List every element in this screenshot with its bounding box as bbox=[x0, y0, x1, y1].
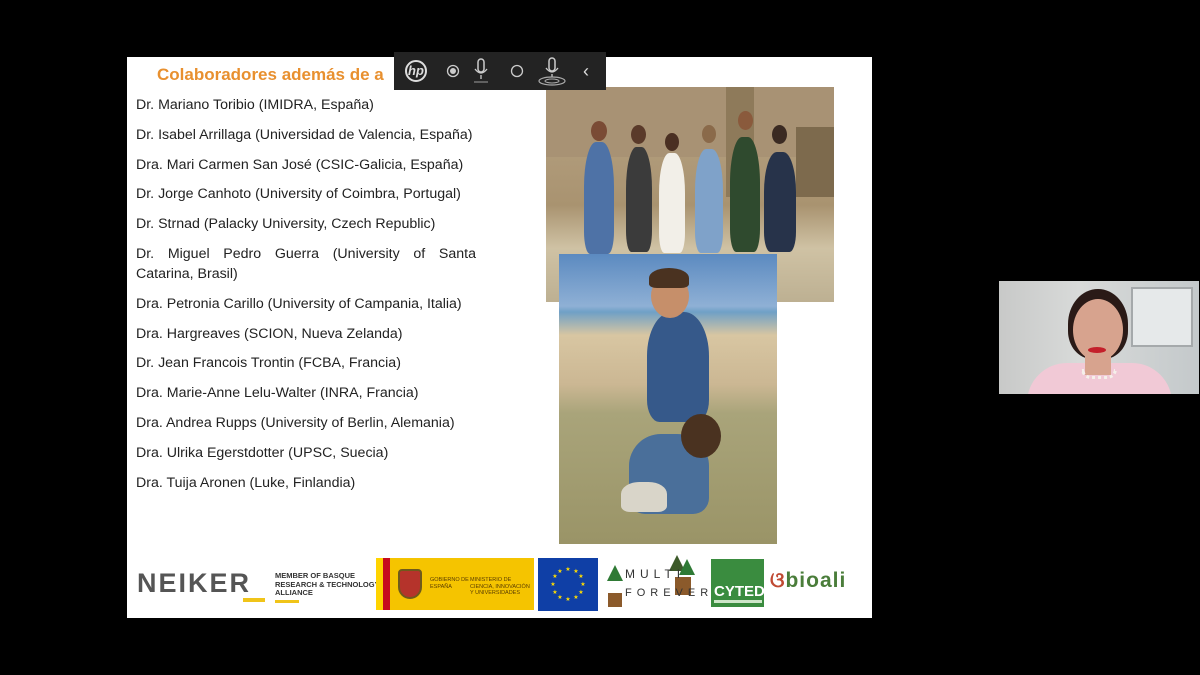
person-figure bbox=[695, 149, 723, 253]
child-shorts bbox=[621, 482, 667, 512]
gov-text: GOBIERNO DE ESPAÑA bbox=[430, 577, 469, 590]
basque-accent-bar bbox=[275, 600, 299, 603]
record-button[interactable] bbox=[443, 52, 463, 90]
slide-title: Colaboradores además de a bbox=[157, 65, 384, 84]
cyted-text: CYTED bbox=[714, 583, 765, 600]
children-photo bbox=[559, 254, 777, 544]
list-item: Dra. Hargreaves (SCION, Nueva Zelanda) bbox=[136, 325, 403, 342]
list-item: Dr. Mariano Toribio (IMIDRA, España) bbox=[136, 97, 374, 113]
coat-of-arms-icon bbox=[398, 569, 422, 599]
hp-brand-text: hp bbox=[405, 60, 427, 82]
list-item: Dra. Tuija Aronen (Luke, Finlandia) bbox=[136, 474, 356, 491]
person-head bbox=[738, 111, 753, 130]
building-gate bbox=[796, 127, 834, 197]
person-figure bbox=[730, 137, 760, 252]
person-figure bbox=[659, 153, 685, 253]
svg-text:★: ★ bbox=[565, 566, 570, 573]
person-figure bbox=[764, 152, 796, 252]
svg-text:★: ★ bbox=[557, 568, 562, 575]
svg-text:★: ★ bbox=[552, 589, 557, 596]
person-head bbox=[772, 125, 787, 144]
background-window bbox=[1131, 287, 1193, 347]
person-head bbox=[591, 121, 607, 141]
list-item: Dr. Jean Francois Trontin (FCBA, Francia… bbox=[136, 355, 401, 372]
svg-text:★: ★ bbox=[578, 573, 583, 580]
webcam-video bbox=[999, 281, 1199, 394]
person-head bbox=[665, 133, 679, 151]
audio-level-button[interactable] bbox=[536, 52, 568, 90]
cyted-logo: CYTED bbox=[711, 559, 765, 607]
svg-text:★: ★ bbox=[578, 589, 583, 596]
spain-government-logo: GOBIERNO DE ESPAÑA MINISTERIO DE CIENCIA… bbox=[376, 558, 534, 610]
list-item: Dr. Strnad (Palacky University, Czech Re… bbox=[136, 216, 436, 233]
list-item: Dra. Petronia Carillo (University of Cam… bbox=[136, 295, 462, 312]
back-chevron-icon: ‹ bbox=[583, 60, 589, 81]
ministry-text: MINISTERIO DE CIENCIA, INNOVACIÓN Y UNIV… bbox=[470, 577, 530, 596]
svg-text:★: ★ bbox=[573, 594, 578, 601]
bioali-text: bioali bbox=[785, 569, 847, 592]
svg-text:★: ★ bbox=[565, 596, 570, 603]
camera-toggle-button[interactable] bbox=[507, 52, 527, 90]
record-icon bbox=[446, 64, 460, 78]
list-item: Dra. Andrea Rupps (University of Berlin,… bbox=[136, 414, 455, 431]
multi-text: MULTI bbox=[625, 567, 686, 581]
svg-text:★: ★ bbox=[557, 594, 562, 601]
list-item: Dr. Jorge Canhoto (University of Coimbra… bbox=[136, 186, 461, 203]
list-item: Dra. Marie-Anne Lelu-Walter (INRA, Franc… bbox=[136, 385, 419, 402]
multiforever-logo: MULTI FOREVER bbox=[605, 555, 711, 615]
svg-text:★: ★ bbox=[550, 581, 555, 588]
eu-flag-logo: ★ ★ ★ ★ ★ ★ ★ ★ ★ ★ ★ ★ bbox=[538, 558, 598, 611]
cyted-subtitle-bar bbox=[714, 600, 762, 603]
child-hair bbox=[649, 268, 689, 288]
person-figure bbox=[626, 147, 652, 252]
list-item: Dra. Mari Carmen San José (CSIC-Galicia,… bbox=[136, 156, 464, 173]
basque-alliance-text: Member of Basque Research & Technology A… bbox=[275, 571, 380, 597]
presentation-slide: Colaboradores además de a Dr. Mariano To… bbox=[127, 57, 872, 618]
neiker-logo: NEIKER bbox=[137, 568, 252, 598]
hp-logo-icon[interactable]: hp bbox=[400, 52, 432, 90]
spain-flag-icon bbox=[376, 558, 390, 610]
forever-text: FOREVER bbox=[625, 587, 714, 599]
microphone-icon bbox=[474, 58, 488, 83]
screen-recorder-toolbar: hp ‹ bbox=[394, 52, 606, 90]
person-head bbox=[702, 125, 716, 143]
tree-icon bbox=[607, 565, 623, 581]
child-head bbox=[681, 414, 721, 458]
child-figure bbox=[647, 312, 709, 422]
person-figure bbox=[584, 142, 614, 254]
presenter-lips bbox=[1088, 347, 1106, 353]
bioali-logo: ଓbioali bbox=[770, 569, 846, 593]
microphone-wave-icon bbox=[538, 57, 566, 86]
pot-icon bbox=[608, 593, 622, 607]
bioali-leaf-icon: ଓ bbox=[770, 569, 786, 592]
microphone-button[interactable] bbox=[469, 52, 493, 90]
presenter-necklace bbox=[1081, 369, 1117, 379]
circle-icon bbox=[510, 64, 524, 78]
sponsor-logo-bar: NEIKER Member of Basque Research & Techn… bbox=[127, 555, 872, 615]
person-head bbox=[631, 125, 646, 144]
building-wall bbox=[546, 87, 834, 157]
svg-text:★: ★ bbox=[580, 581, 585, 588]
list-item: Dra. Ulrika Egerstdotter (UPSC, Suecia) bbox=[136, 444, 389, 461]
neiker-accent-bar bbox=[243, 598, 265, 602]
list-item: Dr. Miguel Pedro Guerra (University of S… bbox=[136, 245, 476, 282]
eu-stars-icon: ★ ★★ ★★★ ★★★ ★★★ bbox=[550, 566, 585, 603]
list-item: Dr. Isabel Arrillaga (Universidad de Val… bbox=[136, 126, 473, 143]
collaborator-list: Dr. Mariano Toribio (IMIDRA, España) Dr.… bbox=[136, 95, 476, 502]
collapse-toolbar-button[interactable]: ‹ bbox=[575, 52, 597, 90]
